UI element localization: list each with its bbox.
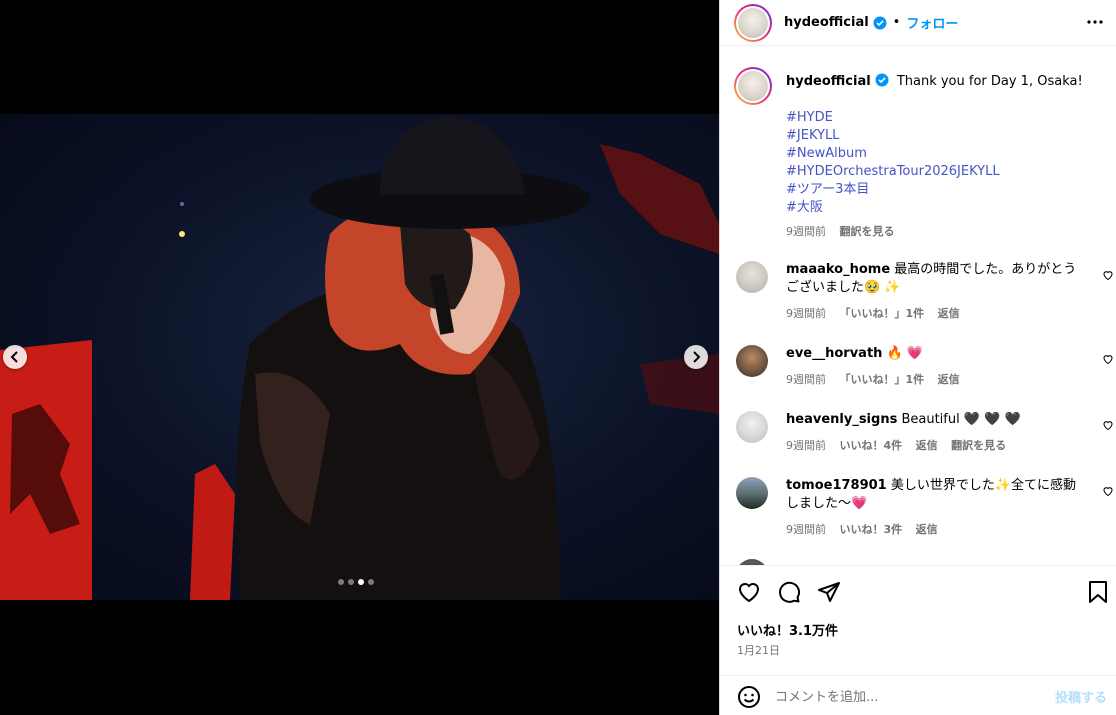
carousel-next-button[interactable] [684,345,708,369]
comment-input[interactable] [775,686,1045,708]
commenter-avatar[interactable] [736,261,768,293]
comment-timestamp[interactable]: 9週間前 [786,439,826,452]
post-media [0,0,719,715]
share-icon[interactable] [817,580,841,604]
comment-composer: 投稿する [720,675,1116,715]
comment-meta: 9週間前 いいね！3件 返信 [786,521,1086,539]
caption-username[interactable]: hydeofficial [786,74,871,89]
comment-likes-count[interactable]: いいね！4件 [840,439,903,452]
comment-icon[interactable] [777,580,801,604]
hashtag-link[interactable]: #HYDEOrchestraTour2026JEKYLL [786,163,1104,181]
commenter-username[interactable]: tomoe178901 [786,478,887,493]
commenter-avatar[interactable] [736,345,768,377]
carousel-indicator [338,579,374,585]
post-photo [0,114,719,600]
comment-timestamp[interactable]: 9週間前 [786,373,826,386]
comment-text: 🔥 💗 [886,346,924,361]
reply-button[interactable]: 返信 [916,523,938,536]
follow-button[interactable]: フォロー [906,13,958,32]
caption-timestamp[interactable]: 9週間前 [786,225,826,238]
author-avatar[interactable] [734,3,772,42]
hashtag-link[interactable]: #ツアー3本目 [786,181,1104,199]
comment-likes-count[interactable]: 「いいね！」1件 [840,307,925,320]
caption-text: Thank you for Day 1, Osaka! [896,74,1083,89]
reply-button[interactable]: 返信 [938,373,960,386]
reply-button[interactable]: 返信 [938,307,960,320]
comment-like-heart-icon[interactable] [1102,419,1114,431]
comment-text: Beautiful 🖤 🖤 🖤 [901,412,1021,427]
concert-photo [0,116,719,600]
commenter-username[interactable]: eve__horvath [786,346,882,361]
carousel-dot [368,579,374,585]
comments-scroll-area[interactable]: hydeofficial Thank you for Day 1, Osaka!… [720,47,1116,565]
header-separator: • [892,15,901,30]
carousel-prev-button[interactable] [3,345,27,369]
post-side-panel: hydeofficial • フォロー hydeofficial Thank y… [719,0,1116,715]
caption-author-avatar[interactable] [734,67,772,105]
post-comment-button[interactable]: 投稿する [1055,687,1107,706]
verified-badge-icon [873,16,887,29]
emoji-icon[interactable] [737,685,761,709]
comment-likes-count[interactable]: いいね！3件 [840,523,903,536]
comment-like-heart-icon[interactable] [1102,269,1114,281]
hashtag-link[interactable]: #HYDE [786,109,1104,127]
caption-meta: 9週間前 翻訳を見る [786,223,1104,241]
likes-count[interactable]: いいね！3.1万件 [737,620,838,639]
translate-button[interactable]: 翻訳を見る [840,225,895,238]
commenter-username[interactable]: maaako_home [786,262,890,277]
comment-likes-count[interactable]: 「いいね！」1件 [840,373,925,386]
comment-like-heart-icon[interactable] [1102,353,1114,365]
carousel-dot-active [358,579,364,585]
comment-translate-button[interactable]: 翻訳を見る [951,439,1006,452]
commenter-avatar[interactable] [736,411,768,443]
comment-meta: 9週間前 いいね！4件 返信 翻訳を見る [786,437,1086,455]
comment-like-heart-icon[interactable] [1102,485,1114,497]
commenter-username[interactable]: heavenly_signs [786,412,897,427]
hashtag-list: #HYDE #JEKYLL #NewAlbum #HYDEOrchestraTo… [786,109,1104,217]
post-date[interactable]: 1月21日 [737,642,780,658]
verified-badge-icon [875,73,889,87]
chevron-left-icon [10,351,18,363]
hashtag-link[interactable]: #NewAlbum [786,145,1104,163]
comment-timestamp[interactable]: 9週間前 [786,307,826,320]
comment-timestamp[interactable]: 9週間前 [786,523,826,536]
comment-meta: 9週間前 「いいね！」1件 返信 [786,305,1086,323]
more-options-icon[interactable] [1085,12,1105,32]
hashtag-link[interactable]: #大阪 [786,199,1104,217]
post-actions: いいね！3.1万件 1月21日 [720,565,1116,675]
heart-icon[interactable] [737,580,761,604]
post-header: hydeofficial • フォロー [720,0,1116,46]
hashtag-link[interactable]: #JEKYLL [786,127,1104,145]
chevron-right-icon [693,351,701,363]
reply-button[interactable]: 返信 [916,439,938,452]
author-username[interactable]: hydeofficial [784,15,869,30]
bookmark-icon[interactable] [1087,580,1109,604]
comment-meta: 9週間前 「いいね！」1件 返信 [786,371,1086,389]
commenter-avatar[interactable] [736,477,768,509]
carousel-dot [348,579,354,585]
carousel-dot [338,579,344,585]
